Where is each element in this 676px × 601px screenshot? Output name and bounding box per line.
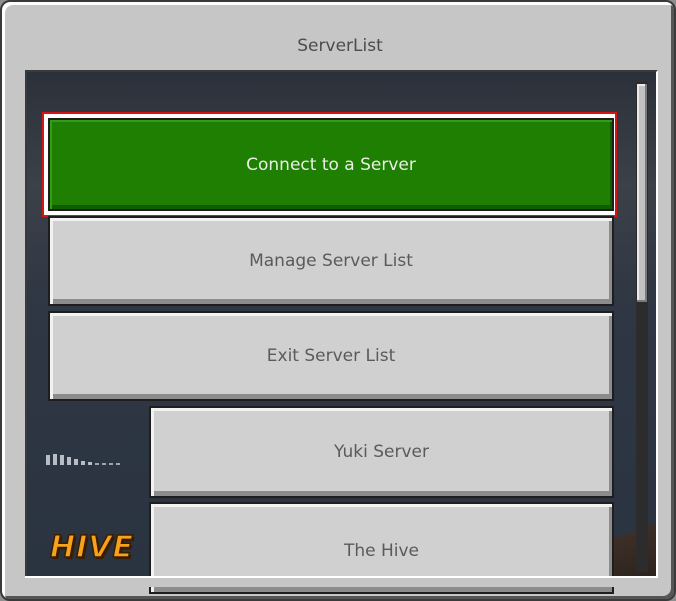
server-entry-yuki[interactable]: Yuki Server: [149, 406, 614, 498]
connect-to-server-button[interactable]: Connect to a Server: [48, 118, 614, 211]
list-bottom-edge: [25, 576, 658, 587]
server-name: Yuki Server: [334, 442, 429, 462]
hive-logo: HIVE: [44, 529, 140, 566]
server-list-window: ServerList Connect to a Server Manage Se…: [0, 0, 676, 601]
scrollbar-track[interactable]: [636, 82, 648, 572]
signal-strength-icon: [46, 453, 138, 465]
hive-logo-text: HIVE: [49, 529, 134, 566]
window-title: ServerList: [297, 36, 383, 56]
server-name: The Hive: [343, 541, 420, 561]
manage-server-list-label: Manage Server List: [249, 251, 413, 271]
scrollbar-thumb[interactable]: [637, 84, 647, 302]
exit-server-list-label: Exit Server List: [266, 346, 396, 366]
exit-server-list-button[interactable]: Exit Server List: [48, 311, 614, 401]
connect-to-server-label: Connect to a Server: [246, 154, 416, 175]
manage-server-list-button[interactable]: Manage Server List: [48, 216, 614, 306]
